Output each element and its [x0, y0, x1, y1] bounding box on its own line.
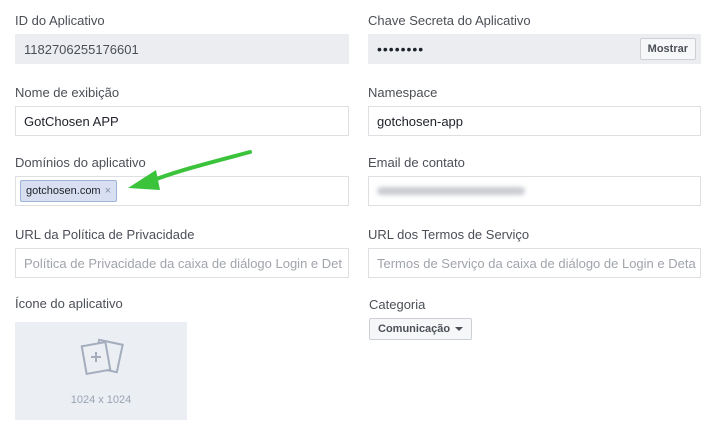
category-dropdown[interactable]: Comunicação — [369, 318, 473, 340]
terms-url-label: URL dos Termos de Serviço — [368, 227, 530, 242]
namespace-value: gotchosen-app — [377, 113, 464, 129]
app-secret-label: Chave Secreta do Aplicativo — [368, 13, 531, 28]
contact-email-label: Email de contato — [368, 155, 465, 170]
category-value: Comunicação — [378, 323, 451, 335]
app-icon-upload[interactable]: 1024 x 1024 — [15, 322, 187, 420]
namespace-input[interactable]: gotchosen-app — [368, 106, 701, 136]
redacted-email — [377, 187, 525, 195]
terms-url-input[interactable]: Termos de Serviço da caixa de diálogo de… — [368, 248, 701, 278]
app-id-label: ID do Aplicativo — [15, 13, 105, 28]
display-name-label: Nome de exibição — [15, 85, 120, 100]
category-label: Categoria — [369, 297, 426, 312]
terms-url-placeholder: Termos de Serviço da caixa de diálogo de… — [377, 255, 696, 271]
app-secret-masked: •••••••• — [377, 41, 425, 57]
privacy-url-placeholder: Política de Privacidade da caixa de diál… — [24, 255, 342, 271]
namespace-label: Namespace — [368, 85, 438, 100]
display-name-value: GotChosen APP — [24, 113, 119, 129]
domain-token-label: gotchosen.com — [26, 185, 101, 197]
annotation-arrow — [128, 150, 252, 190]
app-icon-label: Ícone do aplicativo — [15, 296, 123, 311]
domain-token[interactable]: gotchosen.com × — [20, 180, 118, 202]
app-secret-field: •••••••• Mostrar — [368, 34, 701, 64]
privacy-url-input[interactable]: Política de Privacidade da caixa de diál… — [15, 248, 349, 278]
app-id-value: 1182706255176601 — [24, 41, 139, 57]
privacy-url-label: URL da Política de Privacidade — [15, 227, 195, 242]
show-secret-button[interactable]: Mostrar — [639, 38, 696, 60]
app-id-field[interactable]: 1182706255176601 — [15, 34, 349, 64]
add-image-icon — [80, 338, 124, 376]
contact-email-input[interactable] — [368, 176, 701, 206]
icon-size-hint: 1024 x 1024 — [70, 394, 132, 406]
chevron-down-icon — [455, 327, 464, 331]
display-name-input[interactable]: GotChosen APP — [15, 106, 349, 136]
remove-token-icon[interactable]: × — [105, 185, 111, 197]
